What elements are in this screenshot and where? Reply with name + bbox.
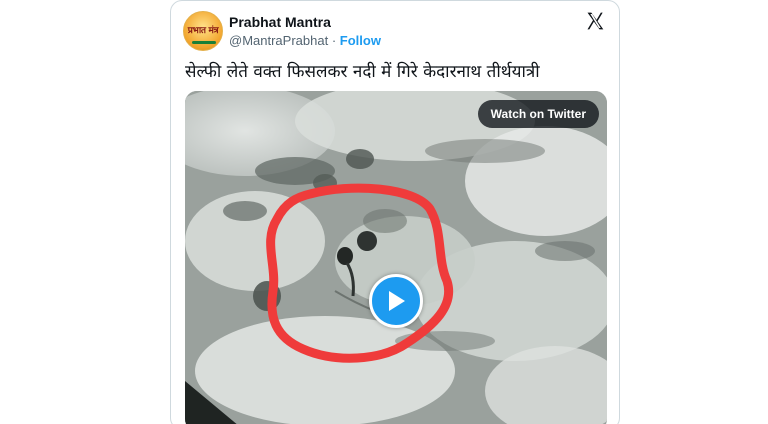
- author-handle[interactable]: @MantraPrabhat: [229, 33, 328, 48]
- avatar-stripe: [192, 41, 216, 44]
- follow-button[interactable]: Follow: [340, 33, 381, 48]
- play-icon: [389, 291, 405, 311]
- tweet-text: सेल्फी लेते वक्त फिसलकर नदी में गिरे केद…: [185, 62, 540, 82]
- avatar[interactable]: प्रभात मंत्र: [183, 11, 223, 51]
- video-thumbnail[interactable]: Watch on Twitter: [185, 91, 607, 424]
- tweet-card[interactable]: प्रभात मंत्र Prabhat Mantra @MantraPrabh…: [170, 0, 620, 424]
- avatar-logo-text: प्रभात मंत्र: [187, 25, 219, 36]
- x-logo-icon[interactable]: [585, 11, 605, 31]
- play-button[interactable]: [369, 274, 423, 328]
- watch-on-twitter-button[interactable]: Watch on Twitter: [477, 100, 599, 128]
- separator-dot: ·: [331, 33, 337, 48]
- author-name[interactable]: Prabhat Mantra: [229, 14, 331, 30]
- river-scene: [185, 91, 607, 424]
- handle-row: @MantraPrabhat · Follow: [229, 33, 381, 48]
